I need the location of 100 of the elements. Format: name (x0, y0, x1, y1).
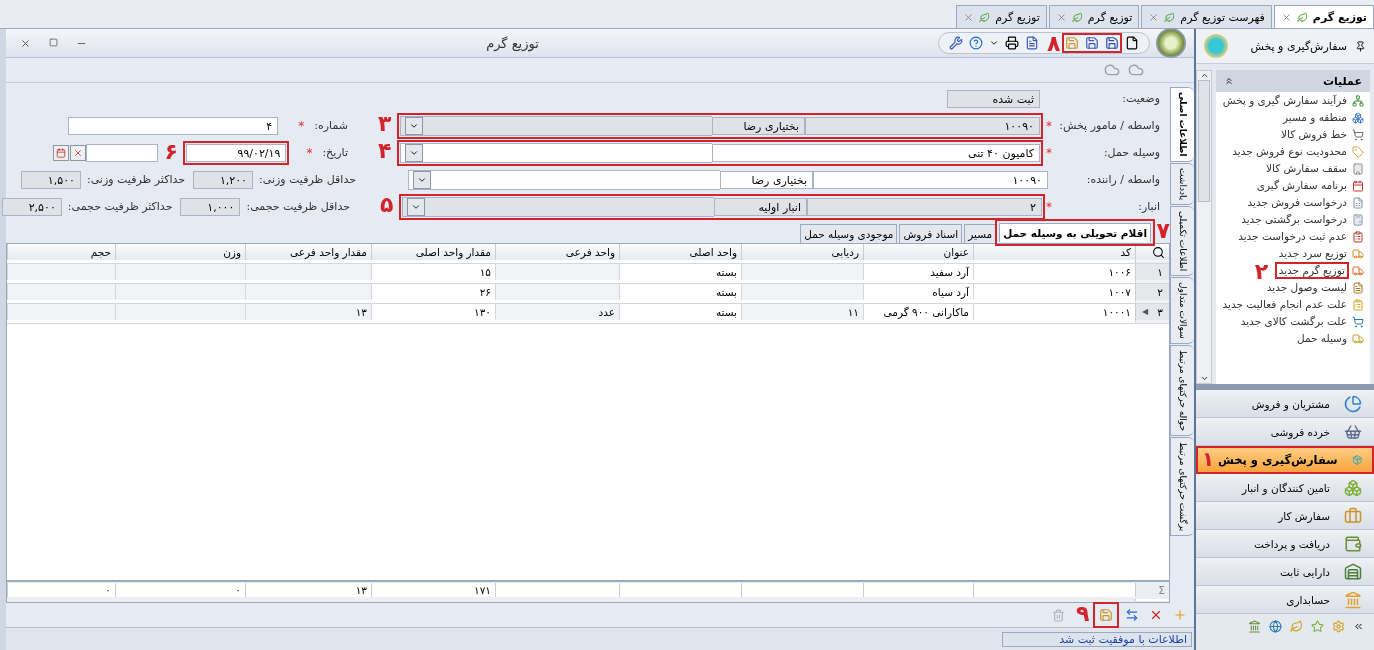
column-header[interactable]: ردیابی (741, 244, 863, 260)
panel-title[interactable]: عملیات (1216, 70, 1370, 92)
close-icon[interactable] (1148, 11, 1160, 23)
column-header[interactable]: مقدار واحد اصلی (371, 244, 495, 260)
dropdown-button[interactable] (413, 171, 431, 189)
save-icon[interactable] (1085, 36, 1099, 50)
field-label: واسطه / راننده: (1085, 172, 1161, 188)
scroll-down-icon[interactable] (1199, 374, 1209, 383)
side-tab[interactable]: اطلاعات اصلی (1170, 87, 1194, 162)
cloud-icon[interactable] (1104, 62, 1120, 78)
close-icon[interactable] (20, 37, 31, 49)
gear-icon[interactable] (1332, 619, 1345, 633)
tab[interactable]: موجودی وسیله حمل (800, 224, 898, 243)
app-logo-icon (1156, 28, 1186, 58)
column-header[interactable]: واحد اصلی (619, 244, 741, 260)
bank-icon[interactable] (1248, 619, 1261, 633)
side-tab[interactable]: حواله حرکتهای مرتبط (1170, 345, 1194, 437)
dropdown-button[interactable] (407, 198, 425, 216)
code-field[interactable]: کامیون ۴۰ تنی (712, 144, 1040, 162)
operation-item[interactable]: درخواست برگشتی جدید (1216, 211, 1370, 228)
text-field[interactable]: ۱,۲۰۰ (193, 171, 253, 189)
operation-item[interactable]: فرآیند سفارش گیری و پخش (1216, 92, 1370, 109)
document-icon[interactable] (1025, 36, 1039, 50)
module-button[interactable]: دریافت و پرداخت (1196, 530, 1374, 558)
side-tab[interactable]: یادداشت (1170, 162, 1194, 205)
caret-icon[interactable] (989, 38, 999, 48)
column-header[interactable]: عنوان (863, 244, 973, 260)
operation-item[interactable]: منطقه و مسیر (1216, 109, 1370, 126)
dropdown-button[interactable] (405, 117, 423, 135)
trash-button[interactable] (1051, 607, 1066, 623)
row-number: ۳ ◀ (1135, 304, 1169, 320)
new-document-icon[interactable] (1125, 36, 1139, 50)
side-tab[interactable]: سوالات متداول (1170, 277, 1194, 344)
operation-item[interactable]: سقف سفارش کالا (1216, 160, 1370, 177)
date-field[interactable]: ۹۹/۰۲/۱۹ (186, 144, 287, 162)
module-button[interactable]: سفارش کار (1196, 502, 1374, 530)
name-field[interactable]: بختیاری رضا (720, 171, 813, 189)
caret-icon (417, 175, 427, 185)
pin-icon[interactable] (1355, 40, 1366, 52)
swap-button[interactable] (1124, 607, 1140, 623)
field-label: وسیله حمل: (1102, 145, 1161, 161)
globe-icon[interactable] (1269, 619, 1282, 633)
operation-item[interactable]: خط فروش کالا (1216, 126, 1370, 143)
print-icon[interactable] (1005, 36, 1019, 50)
module-button[interactable]: دارایی ثابت (1196, 558, 1374, 586)
module-button[interactable]: مشتریان و فروش (1196, 390, 1374, 418)
wrench-icon[interactable] (949, 36, 963, 50)
operation-item[interactable]: علت عدم انجام فعالیت جدید (1216, 296, 1370, 313)
text-field[interactable] (86, 144, 159, 162)
close-icon[interactable] (963, 11, 975, 23)
close-icon[interactable] (1280, 11, 1292, 23)
search-icon[interactable] (1152, 245, 1165, 259)
scrollbar[interactable] (1196, 70, 1212, 384)
close-icon[interactable] (1055, 11, 1067, 23)
help-icon[interactable] (969, 36, 983, 50)
caret-icon (409, 121, 419, 131)
column-header[interactable]: حجم (7, 244, 115, 260)
side-tab[interactable]: اطلاعات تکمیلی (1170, 205, 1194, 277)
save-icon[interactable] (1105, 36, 1119, 50)
clear-button[interactable] (70, 145, 87, 161)
document-tab[interactable]: توزیع گرم (956, 5, 1047, 28)
code-field[interactable]: ۱۰۰۹۰ (813, 171, 1048, 189)
required-mark: * (1045, 119, 1052, 133)
window-title: توزیع گرم (485, 35, 540, 51)
scroll-up-icon[interactable] (1199, 71, 1209, 80)
module-button[interactable]: تامین کنندگان و انبار (1196, 474, 1374, 502)
calendar-button[interactable] (53, 145, 70, 161)
operation-item[interactable]: توزیع سرد جدید (1216, 245, 1370, 262)
column-header[interactable]: مقدار واحد فرعی (245, 244, 371, 260)
star-icon[interactable] (1311, 619, 1324, 633)
module-button[interactable]: سفارش‌گیری و پخش ۱ (1196, 446, 1374, 474)
spreadsheet-icon (1352, 196, 1364, 209)
document-tab[interactable]: توزیع گرم (1273, 5, 1374, 28)
document-tab[interactable]: توزیع گرم (1048, 5, 1140, 28)
dropdown-button[interactable] (405, 144, 423, 162)
operation-item[interactable]: عدم ثبت درخواست جدید (1216, 228, 1370, 245)
module-button[interactable]: خرده فروشی (1196, 418, 1374, 446)
briefcase-icon (1344, 506, 1362, 525)
side-tab[interactable]: برگشت حرکتهای مرتبط (1170, 437, 1194, 537)
operation-item[interactable]: علت برگشت کالای جدید (1216, 313, 1370, 330)
text-field[interactable]: ۱,۵۰۰ (21, 171, 81, 189)
document-tab[interactable]: فهرست توزیع گرم (1141, 5, 1272, 28)
callout-number: ۹ (1076, 603, 1090, 625)
leaf-icon[interactable] (1290, 619, 1303, 633)
column-header[interactable]: وزن (115, 244, 245, 260)
collapse-icon[interactable] (1224, 76, 1234, 86)
operation-item[interactable]: وسیله حمل (1216, 330, 1370, 347)
tab[interactable]: مسیر (964, 224, 997, 243)
tab[interactable]: اقلام تحویلی به وسیله حمل (999, 223, 1151, 242)
operation-item[interactable]: محدودیت نوع فروش جدید (1216, 143, 1370, 160)
operation-item[interactable]: درخواست فروش جدید (1216, 194, 1370, 211)
cloud-icon[interactable] (1128, 62, 1144, 78)
callout-number: ۴ (378, 140, 392, 162)
restore-icon[interactable] (49, 37, 58, 47)
column-header[interactable]: واحد فرعی (495, 244, 619, 260)
caret-icon (409, 148, 419, 158)
tab[interactable]: اسناد فروش (899, 224, 963, 243)
operation-item[interactable]: برنامه سفارش گیری (1216, 177, 1370, 194)
module-button[interactable]: حسابداری (1196, 586, 1374, 614)
search-header-cell[interactable] (1135, 244, 1169, 260)
